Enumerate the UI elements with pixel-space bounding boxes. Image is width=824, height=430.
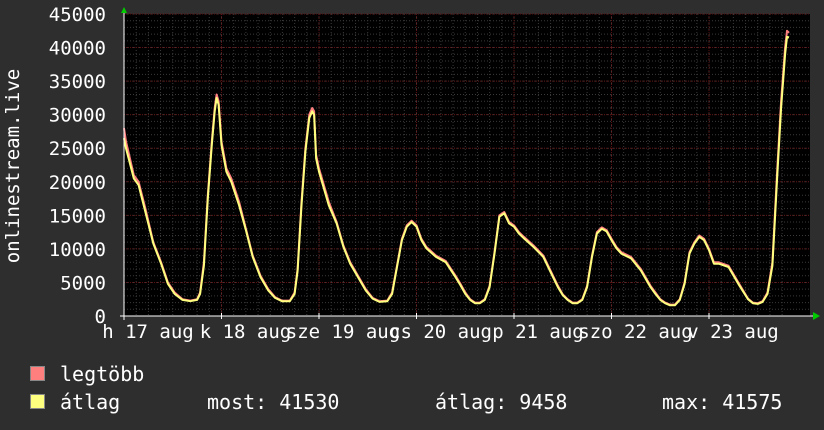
x-tick-label: h 17 aug: [102, 321, 194, 343]
legend-item-average: átlag most: 41530 átlag: 9458 max: 41575: [30, 388, 810, 416]
stat-current: most: 41530: [207, 390, 340, 414]
y-tick-label: 15000: [49, 205, 106, 227]
legend-label: legtöbb: [60, 362, 145, 386]
legend: legtöbb átlag most: 41530 átlag: 9458 ma…: [30, 360, 810, 416]
y-tick-label: 20000: [49, 172, 106, 194]
y-tick-label: 30000: [49, 105, 106, 127]
y-tick-labels: 0500010000150002000025000300003500040000…: [49, 4, 106, 328]
line-chart: 0500010000150002000025000300003500040000…: [2, 4, 820, 343]
y-tick-label: 35000: [49, 71, 106, 93]
x-tick-label: sze 19 aug: [286, 321, 400, 343]
legend-label: átlag: [60, 390, 121, 414]
y-tick-label: 25000: [49, 138, 106, 160]
x-tick-label: k 18 aug: [200, 321, 292, 343]
plot-area: [124, 14, 810, 316]
stat-max: max: 41575: [662, 390, 783, 414]
y-tick-label: 10000: [49, 239, 106, 261]
x-tick-label: cs 20 aug: [389, 321, 492, 343]
x-tick-label: p 21 aug: [492, 321, 584, 343]
legend-item-max: legtöbb: [30, 360, 810, 388]
y-tick-label: 45000: [49, 4, 106, 26]
y-axis-label: onlinestream.live: [2, 69, 24, 263]
x-axis-arrow-icon: [813, 312, 820, 320]
y-tick-label: 5000: [60, 272, 106, 294]
x-tick-label: szo 22 aug: [578, 321, 692, 343]
legend-swatch-max: [30, 366, 45, 381]
x-tick-labels: h 17 aug k 18 augsze 19 augcs 20 aug p 21 …: [102, 321, 779, 343]
stat-average: átlag: 9458: [435, 390, 568, 414]
x-tick-label: v 23 aug: [687, 321, 779, 343]
y-axis-arrow-icon: [121, 7, 127, 13]
y-tick-label: 40000: [49, 38, 106, 60]
legend-swatch-average: [30, 394, 45, 409]
